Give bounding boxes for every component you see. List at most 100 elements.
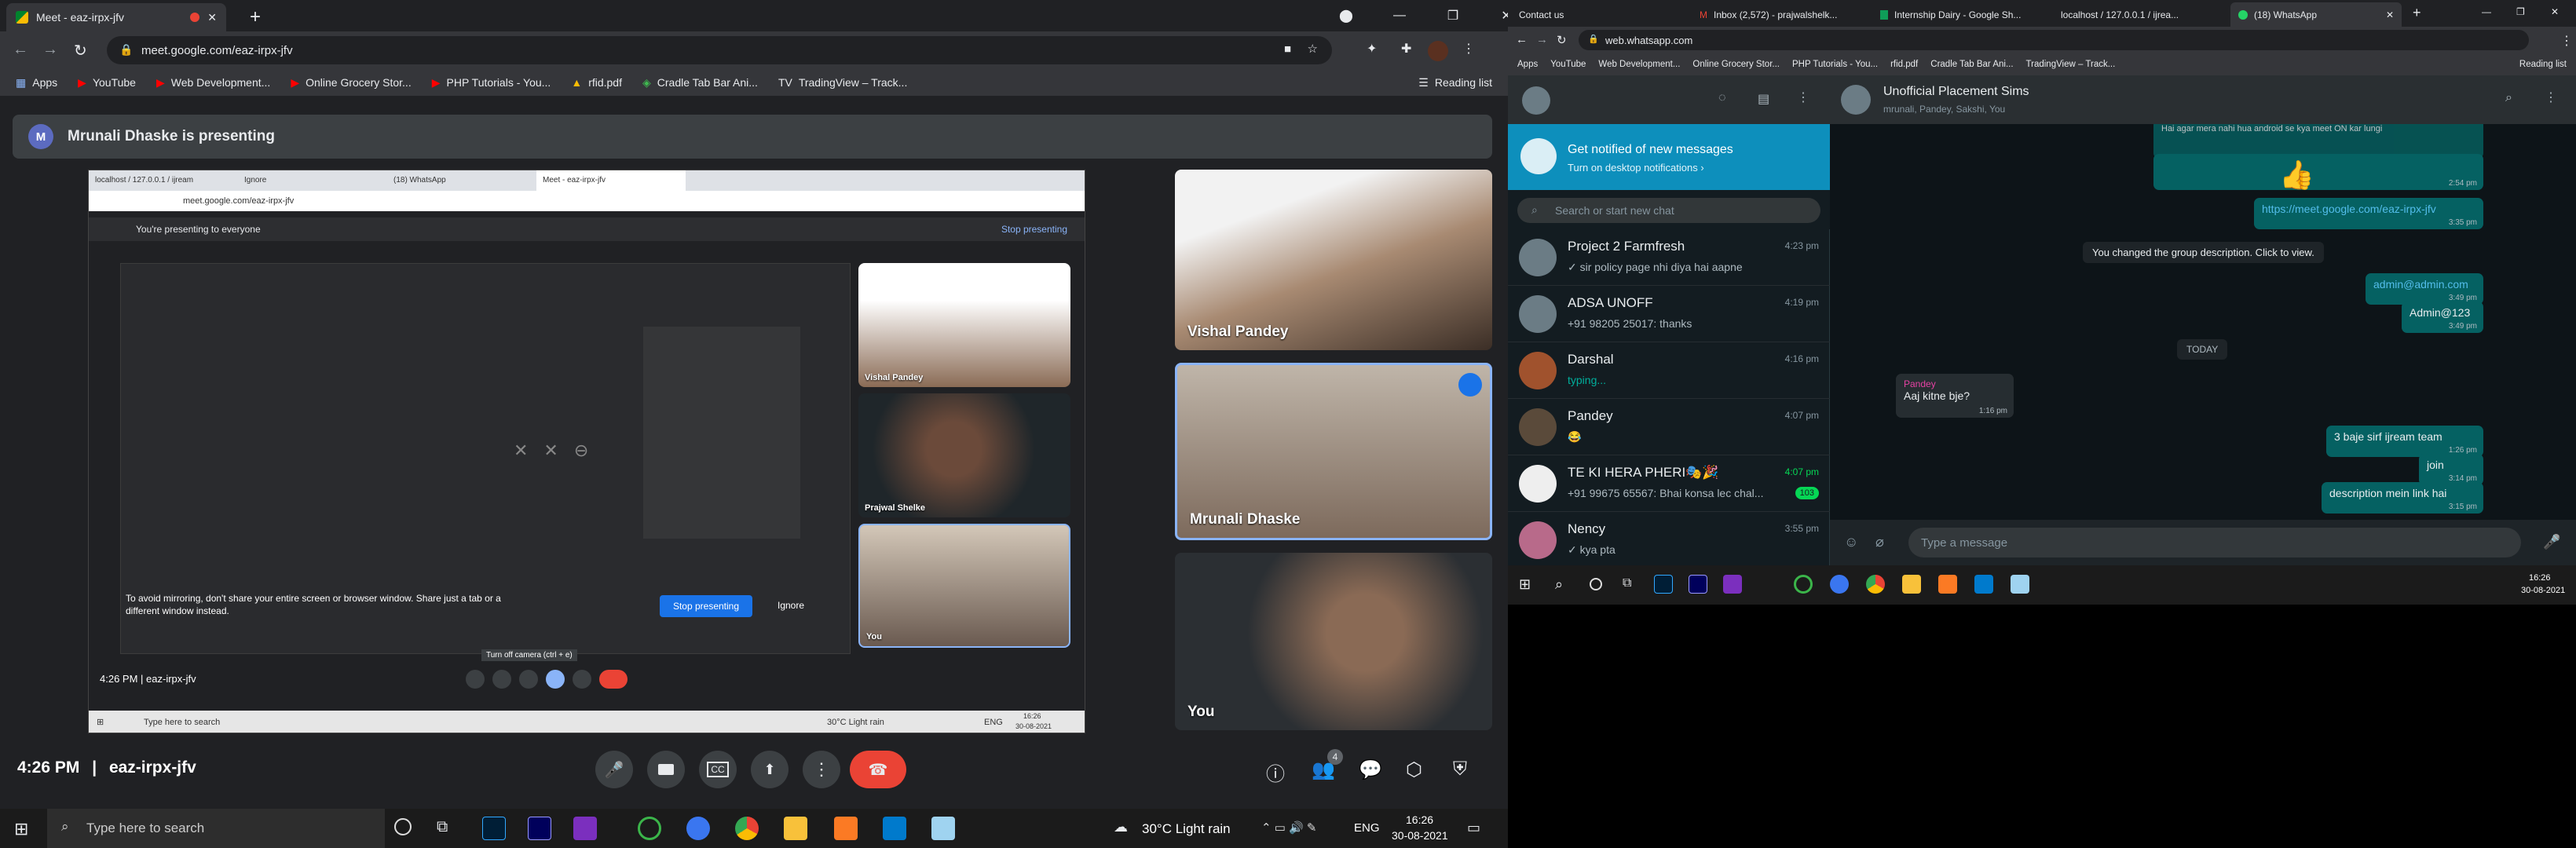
menu-kebab-icon[interactable]: ⋮ — [2560, 33, 2573, 49]
vscode-icon[interactable] — [883, 817, 906, 840]
windows-start-icon[interactable]: ⊞ — [1519, 576, 1531, 593]
bookmark-cradle[interactable]: ◈ Cradle Tab Bar Ani... — [642, 76, 758, 90]
microphone-icon[interactable]: 🎤 — [2543, 534, 2560, 550]
search-icon[interactable]: ⌕ — [2505, 91, 2512, 105]
clock-date[interactable]: 30-08-2021 — [2521, 586, 2565, 595]
message-link[interactable]: https://meet.google.com/eaz-irpx-jfv — [2262, 203, 2436, 215]
refresh-app-icon[interactable] — [1794, 575, 1813, 594]
bookmark-php[interactable]: PHP Tutorials - You... — [1792, 60, 1878, 69]
notepad-icon[interactable] — [931, 817, 955, 840]
menu-kebab-icon[interactable]: ⋮ — [1462, 41, 1475, 57]
clock-time[interactable]: 16:26 — [1406, 813, 1433, 826]
bookmark-rfid[interactable]: rfid.pdf — [1890, 60, 1918, 69]
clock-time[interactable]: 16:26 — [2529, 573, 2551, 583]
chat-item-adsa[interactable]: ADSA UNOFF +91 98205 25017: thanks 4:19 pm — [1508, 286, 1830, 342]
camera-icon[interactable]: ■ — [1284, 42, 1291, 56]
bookmark-star-icon[interactable]: ☆ — [1308, 42, 1318, 56]
tab-close-icon[interactable]: ✕ — [207, 11, 217, 24]
cortana-icon[interactable] — [394, 818, 412, 835]
chat-item-te-ki-hera-pheri[interactable]: TE KI HERA PHERI🎭🎉 +91 99675 65567: Bhai … — [1508, 455, 1830, 512]
system-message[interactable]: You changed the group description. Click… — [2083, 242, 2324, 263]
search-input[interactable]: ⌕ Search or start new chat — [1517, 198, 1820, 223]
message-bubble[interactable]: admin@admin.com 3:49 pm — [2366, 273, 2483, 305]
file-explorer-icon[interactable] — [784, 817, 807, 840]
forward-button[interactable]: → — [1536, 33, 1548, 46]
bookmark-tradingview[interactable]: TV TradingView – Track... — [778, 76, 907, 89]
chat-item-pandey[interactable]: Pandey 😂 4:07 pm — [1508, 399, 1830, 455]
premiere-icon[interactable] — [1689, 575, 1707, 594]
activities-button[interactable]: ⬡ — [1406, 758, 1422, 781]
tile-you[interactable]: You — [1175, 553, 1492, 730]
reading-list-button[interactable]: Reading list — [2519, 60, 2567, 69]
info-button[interactable]: ⓘ — [1266, 758, 1285, 786]
mic-button[interactable]: 🎤 — [595, 751, 633, 788]
maximize-button[interactable]: ❐ — [2516, 6, 2525, 17]
xampp-icon[interactable] — [1938, 575, 1957, 594]
task-view-icon[interactable]: ⧉ — [1623, 576, 1631, 590]
close-window-button[interactable]: ✕ — [1480, 8, 1508, 24]
menu-kebab-icon[interactable]: ⋮ — [1797, 90, 1809, 105]
notification-icon[interactable]: ▭ — [1467, 820, 1480, 836]
notepad-icon[interactable] — [2011, 575, 2029, 594]
new-tab-button[interactable]: + — [2413, 5, 2421, 21]
windows-start-icon[interactable]: ⊞ — [14, 819, 28, 839]
end-call-button[interactable]: ☎ — [850, 751, 906, 788]
new-tab-button[interactable]: + — [250, 6, 261, 28]
message-input[interactable]: Type a message — [1908, 528, 2521, 557]
cortana-icon[interactable] — [1590, 578, 1602, 590]
signal-icon[interactable] — [686, 817, 710, 840]
chat-item-nency[interactable]: Nency ✓ kya pta 3:55 pm — [1508, 512, 1830, 565]
address-bar[interactable]: 🔒 meet.google.com/eaz-irpx-jfv ■ ☆ — [107, 36, 1332, 64]
minimize-button[interactable]: — — [1373, 9, 1426, 23]
tab-meet[interactable]: Meet - eaz-irpx-jfv ✕ — [6, 3, 226, 31]
tab-gmail[interactable]: M Inbox (2,572) - prajwalshelk... — [1692, 2, 1871, 27]
back-button[interactable]: ← — [1516, 33, 1528, 46]
bookmark-youtube[interactable]: ▶ YouTube — [78, 76, 136, 90]
back-button[interactable]: ← — [13, 41, 28, 59]
notification-banner[interactable]: Get notified of new messages Turn on des… — [1508, 124, 1830, 190]
refresh-app-icon[interactable] — [638, 817, 661, 840]
camera-button[interactable] — [647, 751, 685, 788]
extensions-icon[interactable]: ✦ — [1367, 41, 1377, 57]
bookmark-tradingview[interactable]: TradingView – Track... — [2026, 60, 2116, 69]
bookmark-apps[interactable]: Apps — [1517, 60, 1538, 69]
tab-close-icon[interactable]: ✕ — [2386, 9, 2394, 20]
bookmark-php[interactable]: ▶ PHP Tutorials - You... — [432, 76, 551, 90]
tray-icons[interactable]: ⌃ ▭ 🔊 ✎ — [1261, 821, 1317, 835]
tab-contact-us[interactable]: Contact us — [1511, 2, 1690, 27]
app-icon[interactable] — [573, 817, 597, 840]
forward-button[interactable]: → — [42, 41, 58, 59]
captions-button[interactable]: CC — [699, 751, 737, 788]
avatar[interactable] — [1428, 41, 1448, 61]
chat-item-darshal[interactable]: Darshal typing... 4:16 pm — [1508, 342, 1830, 399]
puzzle-icon[interactable]: ✚ — [1401, 41, 1411, 57]
attach-icon[interactable]: ⌀ — [1875, 534, 1884, 550]
more-options-button[interactable]: ⋮ — [803, 751, 840, 788]
avatar[interactable] — [1522, 86, 1550, 115]
reload-button[interactable]: ↻ — [1557, 33, 1567, 47]
premiere-icon[interactable] — [528, 817, 551, 840]
photoshop-icon[interactable] — [1654, 575, 1673, 594]
chrome-icon[interactable] — [735, 817, 759, 840]
chat-item-project2[interactable]: Project 2 Farmfresh ✓ sir policy page nhi… — [1508, 229, 1830, 286]
minimize-button[interactable]: — — [2482, 6, 2491, 17]
reload-button[interactable]: ↻ — [74, 41, 87, 60]
bookmark-rfid[interactable]: ▲ rfid.pdf — [571, 76, 622, 89]
message-bubble[interactable]: https://meet.google.com/eaz-irpx-jfv 3:35… — [2254, 198, 2483, 229]
file-explorer-icon[interactable] — [1902, 575, 1921, 594]
reading-list-button[interactable]: ☰ Reading list — [1418, 76, 1492, 90]
menu-kebab-icon[interactable]: ⋮ — [2545, 90, 2557, 105]
bookmark-cradle[interactable]: Cradle Tab Bar Ani... — [1930, 60, 2013, 69]
weather-text[interactable]: 30°C Light rain — [1142, 821, 1231, 837]
bookmark-grocery[interactable]: Online Grocery Stor... — [1692, 60, 1780, 69]
language-indicator[interactable]: ENG — [1354, 821, 1380, 835]
bookmark-webdev[interactable]: Web Development... — [1598, 60, 1680, 69]
group-avatar[interactable] — [1841, 85, 1871, 115]
status-icon[interactable]: ◌ — [1718, 91, 1726, 105]
chrome-icon[interactable] — [1866, 575, 1885, 594]
search-icon[interactable]: ⌕ — [1555, 576, 1563, 593]
close-window-button[interactable]: ✕ — [2551, 6, 2559, 17]
present-button[interactable]: ⬆ — [751, 751, 789, 788]
clock-date[interactable]: 30-08-2021 — [1392, 829, 1448, 842]
people-button[interactable]: 👥 4 — [1312, 749, 1343, 781]
